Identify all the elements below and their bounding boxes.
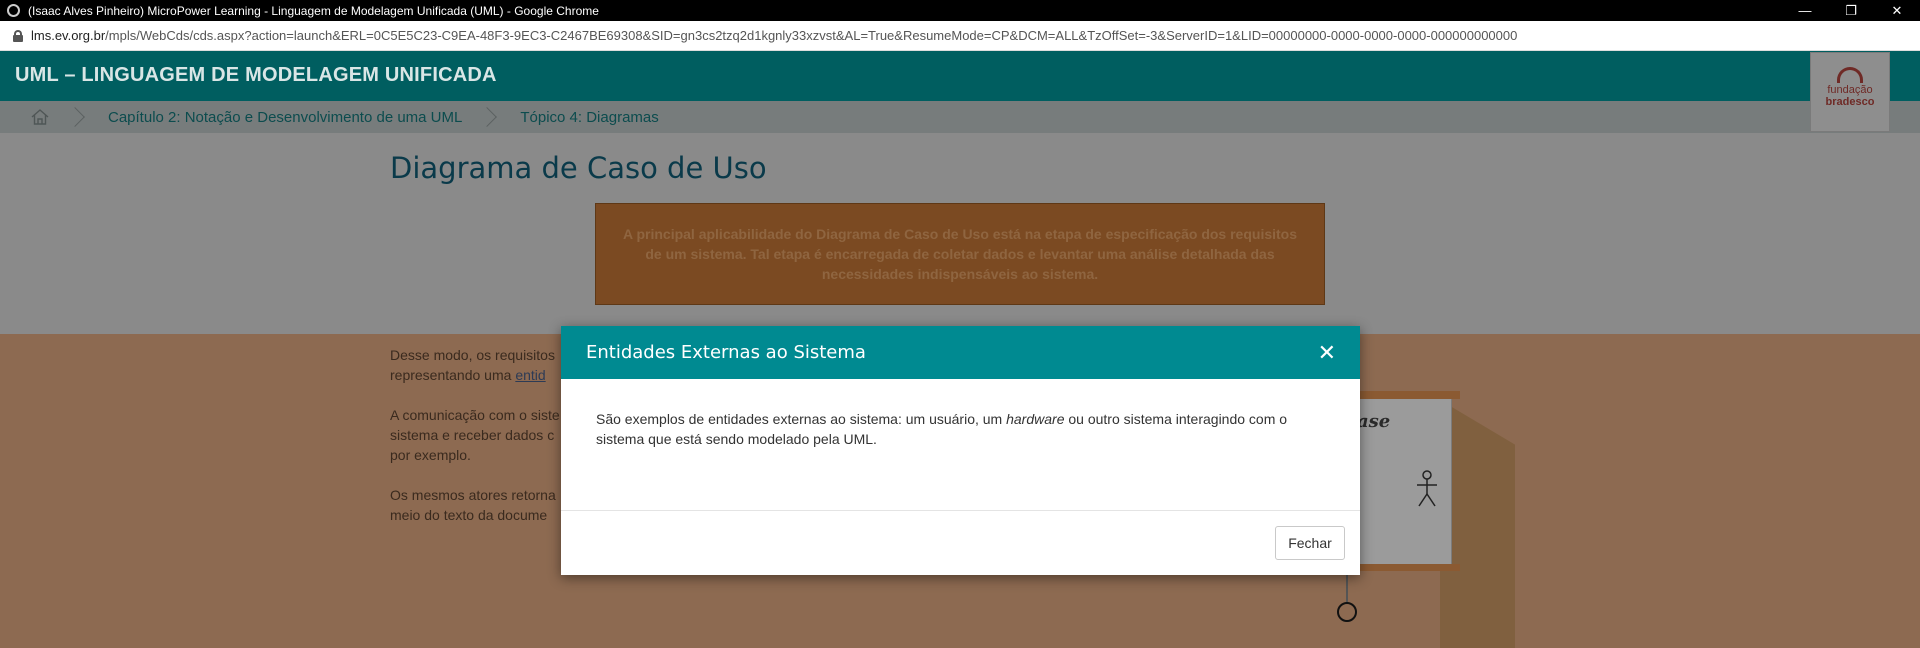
breadcrumb-topic[interactable]: Tópico 4: Diagramas	[520, 109, 658, 126]
page-title: Diagrama de Caso de Uso	[390, 151, 767, 185]
paragraph-2: A comunicação com o siste sistema e rece…	[390, 405, 570, 465]
paragraph-3-line2: meio do texto da docume	[390, 507, 548, 523]
home-icon[interactable]	[30, 107, 50, 127]
modal-body: São exemplos de entidades externas ao si…	[561, 379, 1360, 511]
window-title: (Isaac Alves Pinheiro) MicroPower Learni…	[28, 3, 599, 18]
paragraph-2-line2: sistema e receber dados c	[390, 427, 555, 443]
paragraph-1-line2: representando uma entid	[390, 365, 570, 385]
logo-text-line1: fundação	[1827, 84, 1873, 96]
modal-body-emphasis: hardware	[1006, 411, 1065, 427]
highlight-box: A principal aplicabilidade do Diagrama d…	[595, 203, 1325, 305]
paragraph-2-line3: por exemplo.	[390, 447, 471, 463]
actor-icon	[1417, 470, 1437, 507]
chevron-right-icon	[477, 107, 498, 127]
browser-titlebar: (Isaac Alves Pinheiro) MicroPower Learni…	[0, 0, 1920, 21]
chrome-icon	[7, 4, 20, 17]
breadcrumb-chapter[interactable]: Capítulo 2: Notação e Desenvolvimento de…	[108, 109, 462, 126]
navigation-dot[interactable]	[1337, 602, 1357, 622]
fechar-button[interactable]: Fechar	[1275, 526, 1345, 560]
window-close-button[interactable]: ✕	[1874, 3, 1920, 19]
modal-title: Entidades Externas ao Sistema	[586, 342, 866, 363]
entity-link[interactable]: entid	[515, 367, 545, 383]
paragraph-1-line1: Desse modo, os requisitos	[390, 347, 555, 363]
chevron-right-icon	[65, 107, 85, 127]
modal-body-text-prefix: São exemplos de entidades externas ao si…	[596, 411, 1007, 427]
paragraph-3-line1: Os mesmos atores retorna	[390, 487, 556, 503]
paragraph-1-line2-prefix: representando uma	[390, 367, 516, 383]
url-domain: lms.ev.org.br	[31, 28, 106, 43]
course-title: UML – LINGUAGEM DE MODELAGEM UNIFICADA	[15, 64, 497, 86]
close-icon[interactable]: ✕	[1318, 341, 1336, 364]
fundacao-bradesco-logo: fundação bradesco	[1810, 52, 1890, 132]
modal-dialog: Entidades Externas ao Sistema ✕ São exem…	[561, 326, 1360, 575]
lock-icon[interactable]	[13, 29, 23, 42]
paragraph-1: Desse modo, os requisitos representando …	[390, 345, 570, 385]
modal-footer: Fechar	[561, 511, 1360, 575]
modal-header: Entidades Externas ao Sistema ✕	[561, 326, 1360, 379]
paragraph-3: Os mesmos atores retorna meio do texto d…	[390, 485, 570, 525]
app-header: UML – LINGUAGEM DE MODELAGEM UNIFICADA	[0, 51, 1920, 101]
logo-mark-icon	[1837, 67, 1863, 83]
restore-button[interactable]: ❐	[1828, 3, 1874, 19]
logo-text-line2: bradesco	[1825, 96, 1875, 108]
minimize-button[interactable]: —	[1782, 3, 1828, 18]
paragraph-2-line1: A comunicação com o siste	[390, 407, 560, 423]
address-bar[interactable]: lms.ev.org.br/mpls/WebCds/cds.aspx?actio…	[0, 21, 1920, 51]
board-heading-text: ase	[1357, 411, 1391, 432]
url-path: /mpls/WebCds/cds.aspx?action=launch&ERL=…	[105, 28, 1518, 43]
navigation-stem	[1346, 571, 1348, 603]
breadcrumb: Capítulo 2: Notação e Desenvolvimento de…	[0, 101, 1920, 133]
